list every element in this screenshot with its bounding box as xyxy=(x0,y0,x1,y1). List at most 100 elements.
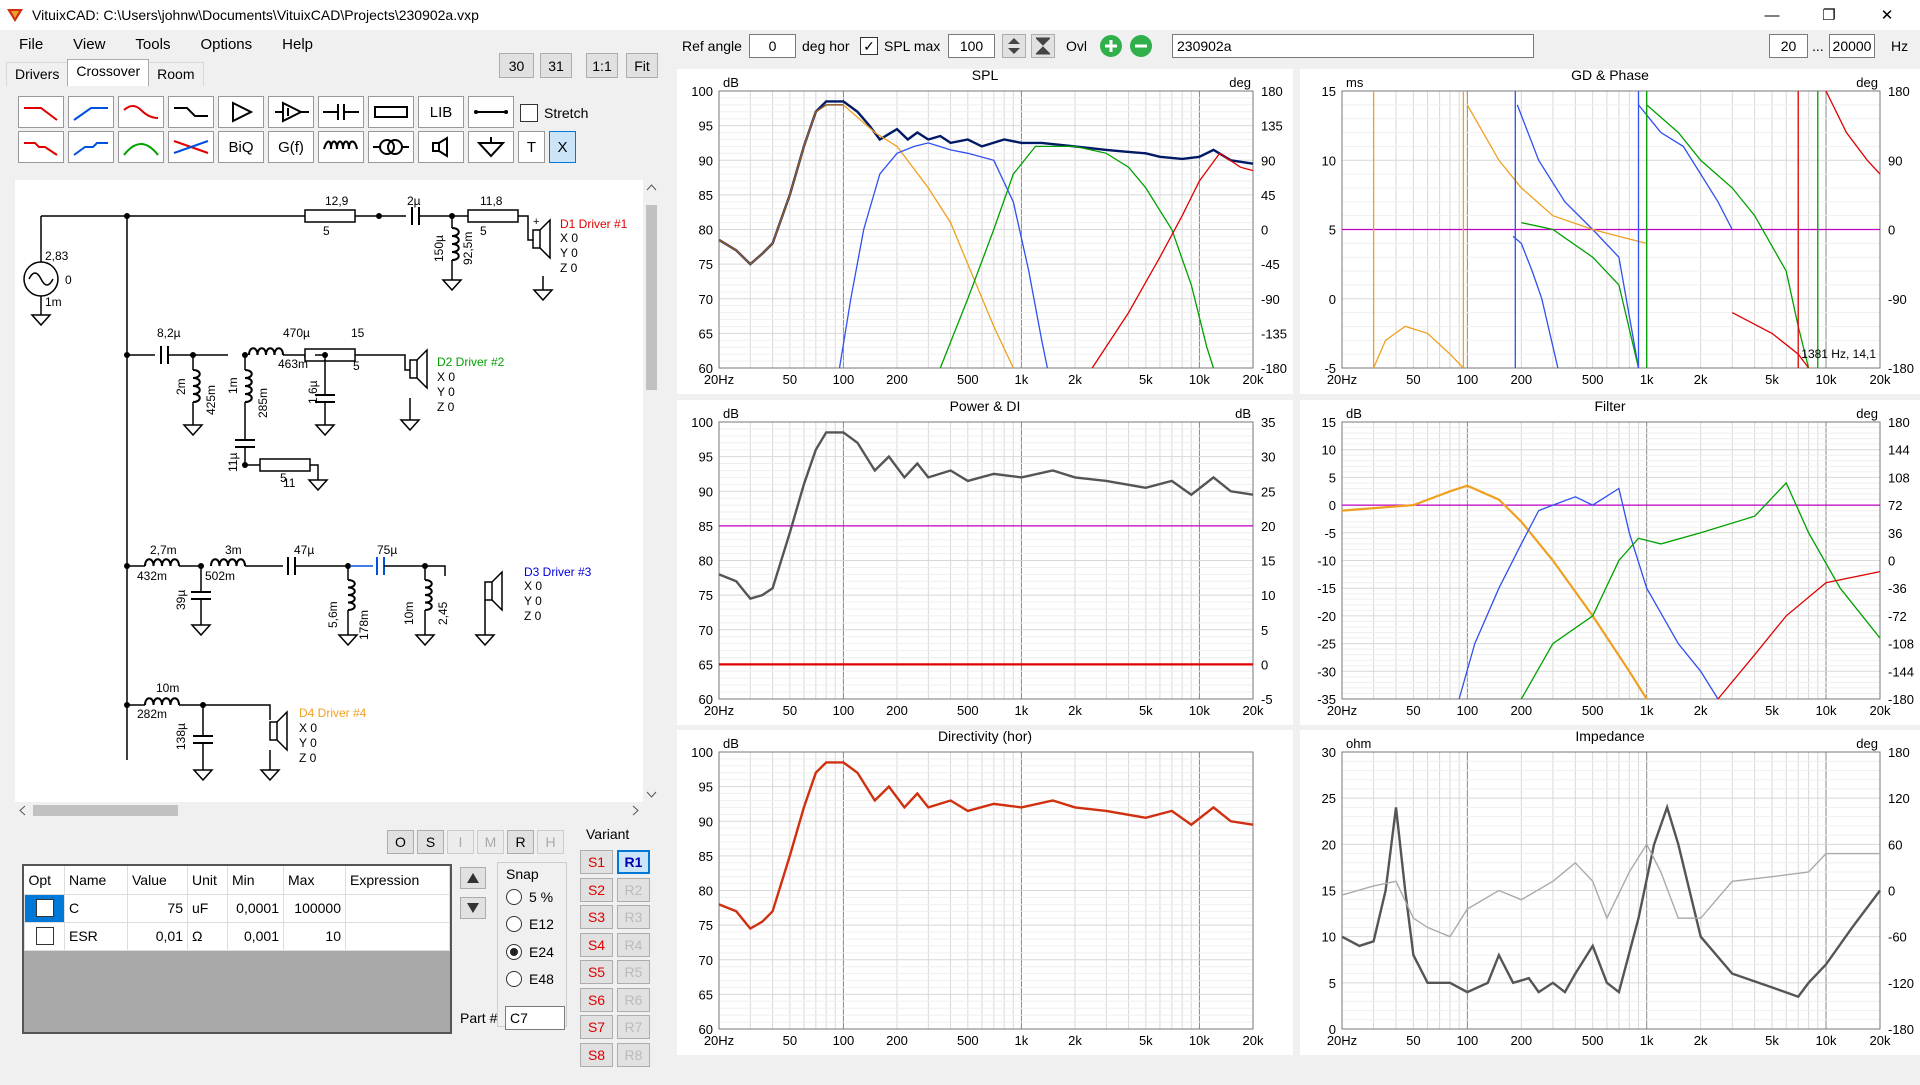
power-chart[interactable]: Power & DI 100 95 90 85 80 75 70 65 60 35 30 25 20 15 1… xyxy=(677,398,1293,725)
variant-s8-button[interactable]: S8 xyxy=(580,1042,613,1067)
menu-tools[interactable]: Tools xyxy=(116,36,181,53)
variant-s3-button[interactable]: S3 xyxy=(580,905,613,929)
spl-plot[interactable]: 100959085807570656018013590450-45-90-135… xyxy=(677,69,1293,394)
name-cell[interactable]: C xyxy=(64,893,128,923)
move-down-button[interactable] xyxy=(460,897,486,919)
add-overlay-button[interactable] xyxy=(1098,34,1124,58)
crossover-schematic[interactable]: 2,8301m12,952µ 11,85150µ 92,5mD1 Driver #1… xyxy=(15,180,643,802)
part-number-input[interactable]: C7 xyxy=(505,1006,565,1030)
spl-updown-button[interactable] xyxy=(1002,34,1026,58)
opt-i-button[interactable]: I xyxy=(447,830,474,854)
value-cell[interactable]: 0,01 xyxy=(127,921,188,951)
table-row[interactable]: C 75 uF 0,0001 100000 xyxy=(24,893,450,923)
snap-e24-radio[interactable]: E24 xyxy=(506,944,554,960)
snap-e48-radio[interactable]: E48 xyxy=(506,971,554,987)
text-tool[interactable]: T xyxy=(518,131,545,163)
imp-chart[interactable]: Impedance 30 25 20 15 10 5 0 180 120 60 0 -60 -120 -18… xyxy=(1300,728,1920,1055)
stretch-checkbox[interactable]: Stretch xyxy=(520,104,588,122)
schematic-vertical-scrollbar[interactable] xyxy=(643,180,660,802)
maximize-button[interactable]: ❐ xyxy=(1802,0,1856,30)
spl-max-checkbox[interactable]: ✓ xyxy=(860,37,878,55)
spl-max-input[interactable]: 100 xyxy=(948,34,995,58)
expression-cell[interactable] xyxy=(345,921,450,951)
transformer-tool[interactable] xyxy=(368,131,414,163)
overlay-name-input[interactable]: 230902a xyxy=(1172,34,1534,58)
stretch-check-box[interactable] xyxy=(520,104,538,122)
opt-h-button[interactable]: H xyxy=(537,830,564,854)
menu-view[interactable]: View xyxy=(54,36,116,53)
capacitor-tool[interactable] xyxy=(318,96,364,128)
filter-chart[interactable]: Filter 15 10 5 0 -5 -10 -15 -20 -25 -30 -35 180 144 10… xyxy=(1300,398,1920,725)
menu-help[interactable]: Help xyxy=(263,36,324,53)
variant-s4-button[interactable]: S4 xyxy=(580,932,613,957)
shelf-tool[interactable] xyxy=(168,96,214,128)
highpass-blue-tool[interactable] xyxy=(68,96,114,128)
table-row[interactable]: ESR 0,01 Ω 0,001 10 xyxy=(24,921,450,951)
radio-circle[interactable] xyxy=(506,889,522,905)
zoom-30-button[interactable]: 30 xyxy=(499,53,534,78)
max-cell[interactable]: 100000 xyxy=(283,893,346,923)
variant-r8-button[interactable]: R8 xyxy=(617,1042,650,1067)
menu-file[interactable]: File xyxy=(0,36,54,53)
opt-s-button[interactable]: S xyxy=(417,830,444,854)
zoom-31-button[interactable]: 31 xyxy=(540,53,572,78)
zoom-fit-button[interactable]: Fit xyxy=(626,53,658,78)
tab-room[interactable]: Room xyxy=(148,62,204,86)
spl-chart[interactable]: SPL 100 95 90 85 80 75 70 65 60 180 135 90 45 0 -45 -90-… xyxy=(677,67,1293,394)
freq-min-input[interactable]: 20 xyxy=(1769,34,1808,58)
inductor-tool[interactable] xyxy=(318,131,364,163)
power-plot[interactable]: 100959085807570656035302520151050-5dB dB2… xyxy=(677,400,1293,725)
buffer-tool[interactable] xyxy=(218,96,264,128)
gd-chart[interactable]: GD & Phase 15 10 5 0 -5 180 90 0 -90 -180 ms deg 20Hz… xyxy=(1300,67,1920,394)
tab-drivers[interactable]: Drivers xyxy=(6,62,69,86)
close-button[interactable]: ✕ xyxy=(1860,0,1914,30)
freq-max-input[interactable]: 20000 xyxy=(1829,34,1875,58)
variant-s1-button[interactable]: S1 xyxy=(580,850,613,874)
variant-r7-button[interactable]: R7 xyxy=(617,1015,650,1039)
value-cell[interactable]: 75 xyxy=(127,893,188,923)
radio-circle-selected[interactable] xyxy=(506,944,522,960)
imp-plot[interactable]: 30 25 20 15 10 50 180 120 60 0 -60 -120 -180 ohm deg 20… xyxy=(1300,730,1920,1055)
opt-r-button[interactable]: R xyxy=(507,830,534,854)
variant-r5-button[interactable]: R5 xyxy=(617,960,650,984)
variant-r2-button[interactable]: R2 xyxy=(617,877,650,902)
crossover-tool[interactable] xyxy=(168,131,214,163)
remove-overlay-button[interactable] xyxy=(1128,34,1154,58)
lowpass-red-tool[interactable] xyxy=(18,96,64,128)
opt-m-button[interactable]: M xyxy=(477,830,504,854)
radio-circle[interactable] xyxy=(506,971,522,987)
move-up-button[interactable] xyxy=(460,867,486,889)
transfer-function-tool[interactable]: G(f) xyxy=(268,131,314,163)
variant-s6-button[interactable]: S6 xyxy=(580,987,613,1012)
bandpass-red-tool[interactable] xyxy=(118,96,164,128)
opt-checkbox[interactable] xyxy=(35,899,54,918)
snap-5pct-radio[interactable]: 5 % xyxy=(506,889,553,905)
variant-r4-button[interactable]: R4 xyxy=(617,932,650,957)
dir-chart[interactable]: Directivity (hor) 100 95 90 85 80 75 70 65 60 dB 20… xyxy=(677,728,1293,1055)
highpass-2-tool[interactable] xyxy=(68,131,114,163)
dir-plot[interactable]: 1009590858075706560dB20Hz 50 100 200 500 1k 2k… xyxy=(677,730,1293,1055)
zoom-1to1-button[interactable]: 1:1 xyxy=(586,53,618,78)
menu-options[interactable]: Options xyxy=(181,36,263,53)
tab-crossover[interactable]: Crossover xyxy=(67,59,150,86)
driver-tool[interactable] xyxy=(418,131,464,163)
lowpass-2-tool[interactable] xyxy=(18,131,64,163)
opt-cell[interactable] xyxy=(24,921,65,951)
opt-o-button[interactable]: O xyxy=(387,830,414,854)
delay-tool[interactable] xyxy=(268,96,314,128)
variant-s2-button[interactable]: S2 xyxy=(580,877,613,902)
resistor-tool[interactable] xyxy=(368,96,414,128)
schematic-horizontal-scrollbar[interactable] xyxy=(15,802,643,819)
cross-tool[interactable]: X xyxy=(549,131,576,163)
spl-fit-button[interactable] xyxy=(1031,34,1055,58)
library-tool[interactable]: LIB xyxy=(418,96,464,128)
max-cell[interactable]: 10 xyxy=(283,921,346,951)
gd-plot[interactable]: 151050-5180900-90-180ms deg20Hz 50 100 200 50… xyxy=(1300,69,1920,394)
minimize-button[interactable]: — xyxy=(1745,0,1799,30)
bandpass-green-tool[interactable] xyxy=(118,131,164,163)
snap-e12-radio[interactable]: E12 xyxy=(506,916,554,932)
filter-plot[interactable]: 151050-5-10-15-20-25-30-3518014410872360… xyxy=(1300,400,1920,725)
name-cell[interactable]: ESR xyxy=(64,921,128,951)
variant-r3-button[interactable]: R3 xyxy=(617,905,650,929)
ground-tool[interactable] xyxy=(468,131,514,163)
